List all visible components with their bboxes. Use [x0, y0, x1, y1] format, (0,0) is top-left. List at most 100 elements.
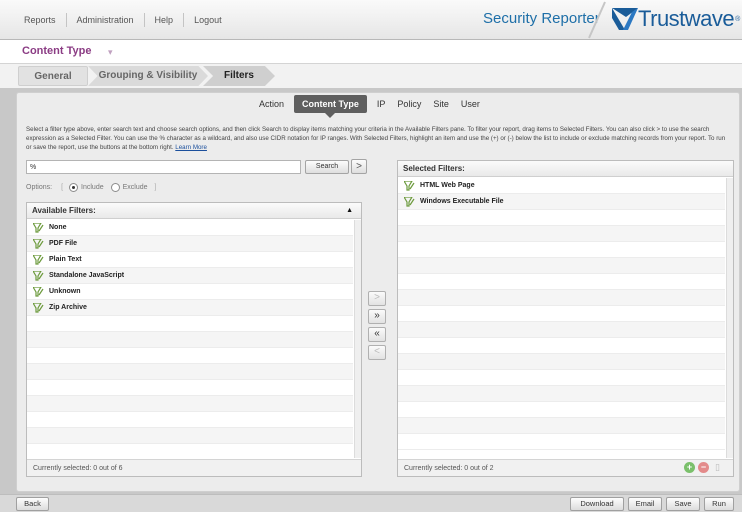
list-item[interactable]: Standalone JavaScript: [27, 268, 353, 284]
available-filters-list: Available Filters: ▲ None PDF File Plain T…: [26, 202, 362, 477]
subtab-site[interactable]: Site: [427, 95, 455, 113]
selected-filters-list: Selected Filters: HTML Web Page Windows E…: [397, 160, 734, 477]
move-all-right-button[interactable]: »: [368, 309, 386, 324]
trash-icon[interactable]: ▯: [712, 462, 723, 473]
available-count: Currently selected: 0 out of 6: [27, 459, 361, 476]
tab-grouping-visibility[interactable]: Grouping & Visibility: [88, 66, 208, 86]
filter-funnel-icon: [33, 270, 44, 281]
save-button[interactable]: Save: [666, 497, 700, 511]
filter-funnel-icon: [404, 180, 415, 191]
instructions-text: Select a filter type above, enter search…: [26, 125, 730, 152]
empty-list-row: [398, 434, 725, 450]
list-item-label: None: [49, 224, 67, 231]
empty-list-row: [398, 402, 725, 418]
move-right-button[interactable]: >: [368, 291, 386, 306]
learn-more-link[interactable]: Learn More: [175, 144, 207, 151]
page-header: Content Type ▾: [0, 40, 742, 64]
tab-general[interactable]: General: [18, 66, 88, 86]
empty-list-row: [398, 418, 725, 434]
tab-filters[interactable]: Filters: [203, 66, 275, 86]
logo-registered-mark: ®: [735, 15, 741, 23]
empty-list-row: [398, 258, 725, 274]
include-radio[interactable]: [69, 183, 79, 192]
list-item-label: Windows Executable File: [420, 198, 504, 205]
empty-list-row: [398, 274, 725, 290]
empty-list-row: [398, 338, 725, 354]
nav-logout[interactable]: Logout: [184, 13, 232, 27]
list-item[interactable]: Windows Executable File: [398, 194, 725, 210]
empty-list-row: [398, 306, 725, 322]
main-tab-strip: General Grouping & Visibility Filters: [0, 64, 742, 88]
trustwave-logo: Trustwave ®: [612, 6, 740, 32]
available-filters-header[interactable]: Available Filters: ▲: [27, 203, 361, 219]
include-label: Include: [81, 184, 104, 191]
list-item[interactable]: HTML Web Page: [398, 178, 725, 194]
options-label: Options:: [26, 184, 53, 191]
empty-list-row: [27, 444, 353, 458]
page-title[interactable]: Content Type: [22, 45, 91, 57]
transfer-buttons: > » « <: [368, 291, 390, 363]
sort-ascending-icon[interactable]: ▲: [346, 203, 353, 219]
subtab-ip[interactable]: IP: [371, 95, 392, 113]
subtab-content-type[interactable]: Content Type: [294, 95, 367, 118]
exclude-radio[interactable]: [110, 183, 120, 192]
bracket-close: ]: [154, 184, 157, 191]
trustwave-logo-mark-icon: [612, 8, 638, 30]
empty-list-row: [27, 380, 353, 396]
email-button[interactable]: Email: [628, 497, 662, 511]
subtab-user[interactable]: User: [455, 95, 486, 113]
include-plus-icon[interactable]: +: [684, 462, 695, 473]
filter-funnel-icon: [33, 254, 44, 265]
subtab-policy[interactable]: Policy: [391, 95, 427, 113]
empty-list-row: [27, 412, 353, 428]
product-name: Security Reporter: [483, 10, 600, 27]
empty-list-row: [27, 428, 353, 444]
empty-list-row: [398, 370, 725, 386]
chevron-down-icon[interactable]: ▾: [108, 47, 113, 58]
list-item[interactable]: PDF File: [27, 236, 353, 252]
nav-administration[interactable]: Administration: [67, 13, 144, 27]
available-scrollbar[interactable]: [354, 220, 361, 458]
exclude-label: Exclude: [122, 184, 148, 191]
available-filters-title: Available Filters:: [32, 206, 96, 215]
empty-list-row: [27, 348, 353, 364]
search-input[interactable]: [26, 160, 301, 174]
available-filters-rows: None PDF File Plain Text Standalone JavaScr…: [27, 220, 353, 458]
list-item[interactable]: None: [27, 220, 353, 236]
header-slash-divider: [588, 1, 606, 39]
run-button[interactable]: Run: [704, 497, 734, 511]
filter-type-tabs: Action Content Type IP Policy Site User: [253, 95, 486, 118]
selected-count: Currently selected: 0 out of 2 + − ▯: [398, 459, 733, 476]
list-item[interactable]: Zip Archive: [27, 300, 353, 316]
nav-help[interactable]: Help: [145, 13, 184, 27]
empty-list-row: [27, 396, 353, 412]
filter-funnel-icon: [33, 238, 44, 249]
exclude-minus-icon[interactable]: −: [698, 462, 709, 473]
search-button[interactable]: Search: [305, 160, 349, 174]
move-left-button[interactable]: <: [368, 345, 386, 360]
list-item-label: Standalone JavaScript: [49, 272, 125, 279]
subtab-action[interactable]: Action: [253, 95, 290, 113]
selected-filters-title: Selected Filters:: [403, 164, 465, 173]
top-nav: Reports Administration Help Logout: [14, 13, 232, 27]
selected-count-text: Currently selected: 0 out of 2: [404, 465, 494, 472]
move-all-left-button[interactable]: «: [368, 327, 386, 342]
back-button[interactable]: Back: [16, 497, 49, 511]
add-search-expression-button[interactable]: >: [351, 159, 367, 174]
empty-list-row: [398, 210, 725, 226]
selected-filters-header: Selected Filters:: [398, 161, 733, 177]
nav-reports[interactable]: Reports: [14, 13, 66, 27]
list-item[interactable]: Unknown: [27, 284, 353, 300]
bottom-toolbar: Back Download Email Save Run: [0, 494, 742, 512]
list-item-label: PDF File: [49, 240, 78, 247]
list-item[interactable]: Plain Text: [27, 252, 353, 268]
download-button[interactable]: Download: [570, 497, 624, 511]
selected-scrollbar[interactable]: [726, 178, 733, 458]
filter-funnel-icon: [33, 302, 44, 313]
empty-list-row: [398, 290, 725, 306]
empty-list-row: [398, 386, 725, 402]
instructions-body: Select a filter type above, enter search…: [26, 126, 726, 151]
filter-funnel-icon: [404, 196, 415, 207]
list-item-label: Zip Archive: [49, 304, 87, 311]
empty-list-row: [398, 322, 725, 338]
